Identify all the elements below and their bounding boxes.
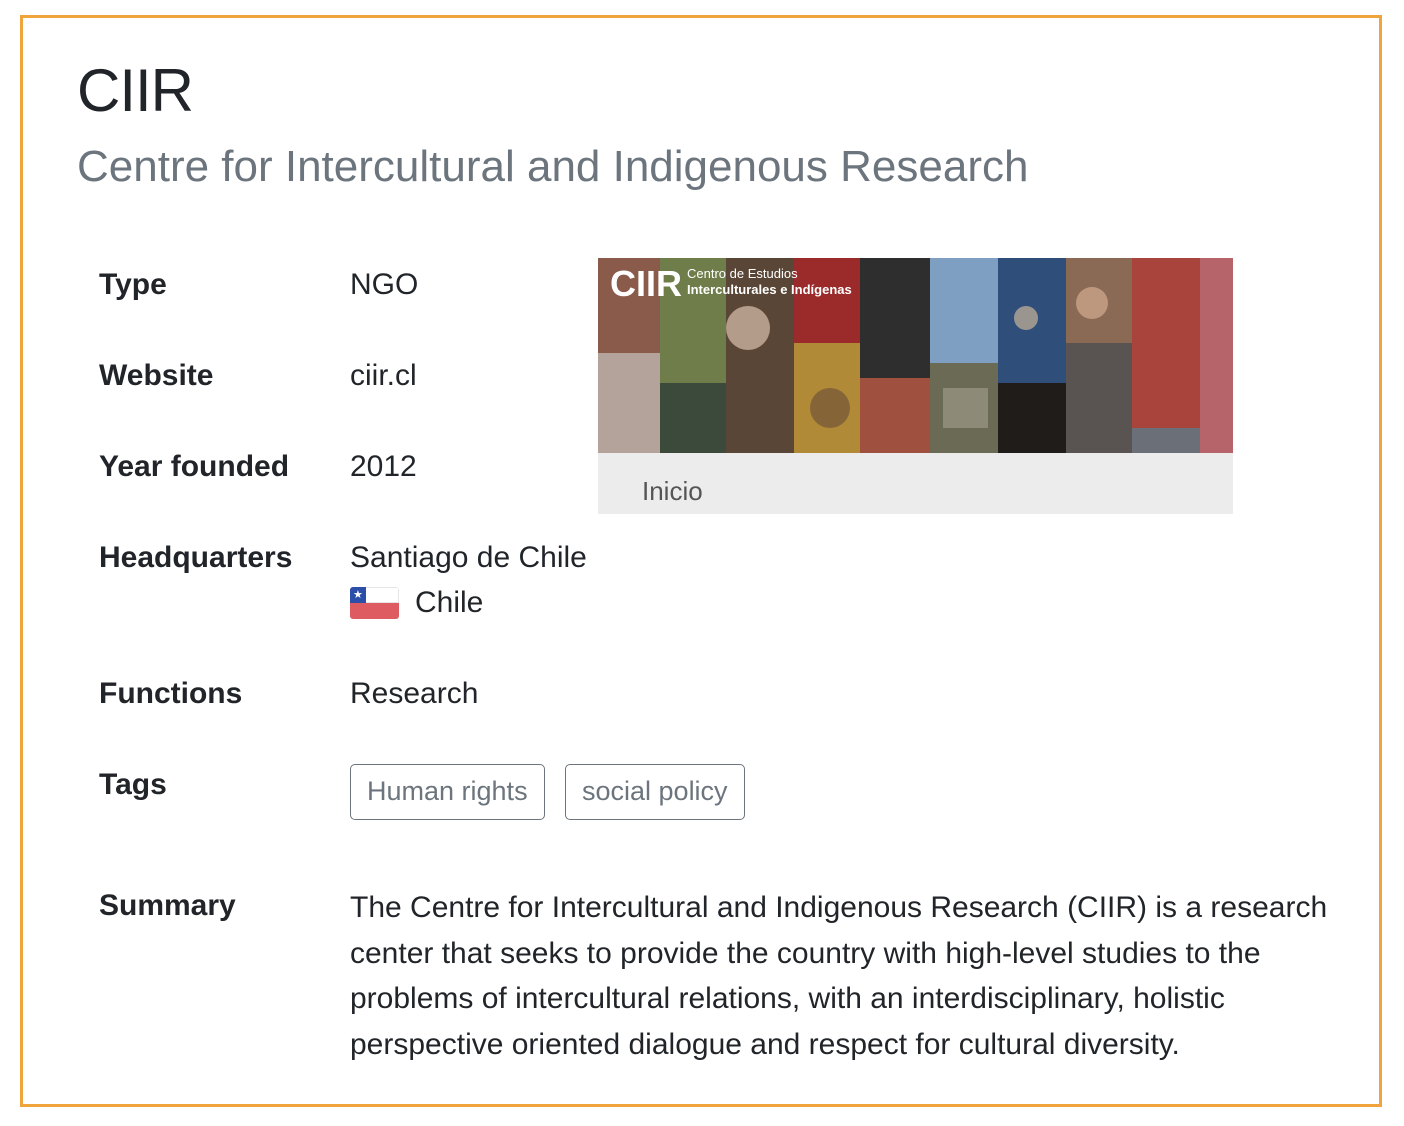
- organization-banner-image: CIIR Centro de Estudios Interculturales …: [598, 258, 1233, 514]
- headquarters-city: Santiago de Chile: [350, 541, 587, 574]
- tag-social-policy[interactable]: social policy: [565, 764, 745, 820]
- functions-label: Functions: [99, 677, 243, 710]
- banner-tagline-line2: Interculturales e Indígenas: [687, 282, 852, 297]
- headquarters-country: Chile: [415, 586, 484, 619]
- headquarters-label: Headquarters: [99, 541, 293, 574]
- website-link[interactable]: ciir.cl: [350, 357, 417, 395]
- org-full-name-subtitle: Centre for Intercultural and Indigenous …: [77, 142, 1029, 191]
- year-founded-value: 2012: [350, 450, 417, 483]
- tags-label: Tags: [99, 768, 167, 801]
- year-founded-label: Year founded: [99, 450, 290, 483]
- organization-card: CIIR Centre for Intercultural and Indige…: [20, 15, 1382, 1107]
- banner-tagline-line1: Centro de Estudios: [687, 266, 798, 281]
- summary-label: Summary: [99, 889, 236, 922]
- type-value: NGO: [350, 268, 419, 301]
- website-label: Website: [99, 359, 214, 392]
- org-acronym-title: CIIR: [77, 57, 194, 124]
- banner-logo-text: CIIR: [610, 263, 682, 304]
- tag-human-rights[interactable]: Human rights: [350, 764, 545, 820]
- chile-flag-icon: ★: [350, 587, 399, 619]
- functions-value: Research: [350, 677, 479, 710]
- banner-caption: Inicio: [642, 476, 703, 506]
- type-label: Type: [99, 268, 167, 301]
- summary-text: The Centre for Intercultural and Indigen…: [350, 891, 1328, 1061]
